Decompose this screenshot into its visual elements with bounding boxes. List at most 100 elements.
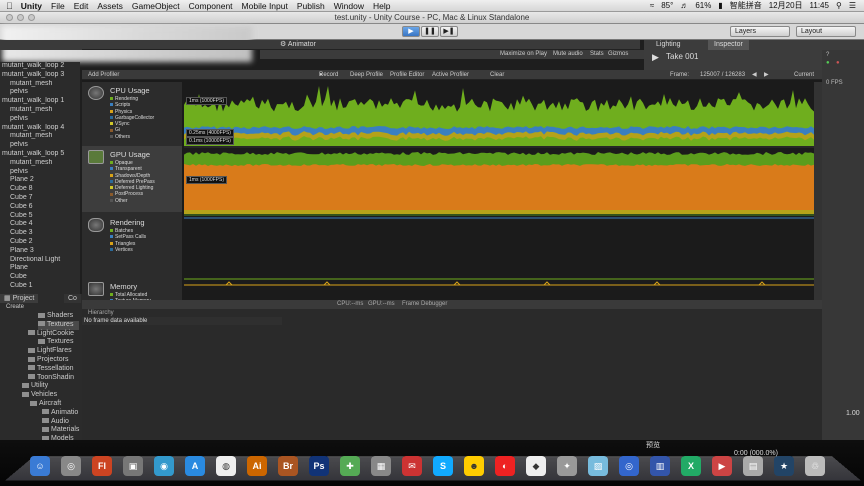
hierarchy-item[interactable]: pelvis	[0, 115, 80, 124]
stats-toggle[interactable]: Stats	[590, 50, 604, 59]
gpu-area[interactable]: GPU Usage Opaque Transparent Shadows/Depth…	[82, 146, 182, 212]
add-profiler-dropdown[interactable]: Add Profiler	[88, 70, 119, 80]
menu-assets[interactable]: Assets	[97, 1, 123, 11]
menu-file[interactable]: File	[51, 1, 65, 11]
cpu-ms-tab[interactable]: CPU:--ms	[337, 300, 363, 309]
memory-area[interactable]: Memory Total AllocatedTexture Memory	[82, 278, 182, 300]
tab-inspector[interactable]: Inspector	[708, 40, 749, 50]
project-folder[interactable]: Aircraft	[30, 400, 61, 409]
date-readout[interactable]: 12月20日	[769, 0, 803, 11]
skype-icon[interactable]: S	[433, 456, 453, 476]
hierarchy-item[interactable]: Cube 7	[0, 194, 80, 203]
profiler-scrollbar[interactable]	[814, 82, 822, 300]
menu-unity[interactable]: Unity	[21, 1, 42, 11]
netease-icon[interactable]: ◐	[495, 456, 515, 476]
hierarchy-item[interactable]: mutant_mesh	[0, 159, 80, 168]
temperature-readout[interactable]: 85°	[661, 1, 673, 10]
active-profiler-dropdown[interactable]: Active Profiler	[432, 70, 469, 80]
hierarchy-item[interactable]: Cube 5	[0, 212, 80, 221]
tab-console[interactable]: Co	[64, 294, 81, 303]
project-folder[interactable]: Materials	[42, 426, 79, 435]
project-folder[interactable]: Textures	[38, 320, 80, 330]
finder-icon[interactable]: ☺	[30, 456, 50, 476]
bridge-icon[interactable]: Br	[278, 456, 298, 476]
project-folder[interactable]: Shaders	[38, 312, 73, 321]
wifi-icon[interactable]: ≈	[650, 1, 654, 10]
battery-readout[interactable]: 61%	[695, 1, 711, 10]
hierarchy-item[interactable]: mutant_mesh	[0, 132, 80, 141]
project-folder[interactable]: LightFlares	[28, 347, 72, 356]
time-readout[interactable]: 11:45	[810, 1, 829, 10]
zoom-button[interactable]	[28, 14, 35, 21]
search-icon[interactable]: ⚲	[836, 1, 842, 10]
menu-list-icon[interactable]: ☰	[849, 1, 856, 10]
hierarchy-item[interactable]: Cube 8	[0, 185, 80, 194]
unity-icon[interactable]: ◆	[526, 456, 546, 476]
safari-icon[interactable]: ◎	[619, 456, 639, 476]
apple-menu-icon[interactable]: 	[6, 1, 13, 11]
hierarchy-item[interactable]: Plane 2	[0, 176, 80, 185]
next-frame-button[interactable]: ▶	[764, 70, 769, 80]
pause-button[interactable]: ❚❚	[421, 26, 439, 37]
imovie-icon[interactable]: ★	[774, 456, 794, 476]
chrome-icon[interactable]: ◍	[216, 456, 236, 476]
utility-icon[interactable]: ✦	[557, 456, 577, 476]
project-folder[interactable]: Animatio	[42, 409, 78, 418]
virtualbox-icon[interactable]: ▥	[650, 456, 670, 476]
project-folder[interactable]: Utility	[22, 382, 48, 391]
qq-game-icon[interactable]: ✉	[402, 456, 422, 476]
hierarchy-item[interactable]: Plane 3	[0, 247, 80, 256]
menu-window[interactable]: Window	[334, 1, 364, 11]
hierarchy-item[interactable]: mutant_walk_loop 5	[0, 150, 80, 159]
mute-audio-toggle[interactable]: Mute audio	[553, 50, 583, 59]
maximize-on-play-toggle[interactable]: Maximize on Play	[500, 50, 547, 59]
play-button[interactable]: ▶	[402, 26, 420, 37]
excel-icon[interactable]: X	[681, 456, 701, 476]
tab-animator[interactable]: ⚙ Animator	[280, 40, 316, 50]
hierarchy-item[interactable]: mutant_walk_loop 3	[0, 71, 80, 80]
tab-project[interactable]: ▦ Project	[0, 294, 39, 303]
hierarchy-item[interactable]: mutant_walk_loop 2	[0, 62, 80, 71]
menu-gameobject[interactable]: GameObject	[132, 1, 180, 11]
create-dropdown[interactable]: Create	[6, 303, 24, 312]
cpu-area[interactable]: CPU Usage Rendering Scripts Physics Garbage…	[82, 82, 182, 144]
qq-icon[interactable]: ◉	[154, 456, 174, 476]
hierarchy-item[interactable]: Cube 3	[0, 229, 80, 238]
hierarchy-item[interactable]: Directional Light	[0, 256, 80, 265]
photo-icon[interactable]: ▤	[743, 456, 763, 476]
layout-dropdown[interactable]: Layout	[796, 26, 856, 37]
minimize-button[interactable]	[17, 14, 24, 21]
project-folder[interactable]: Tessellation	[28, 365, 74, 374]
gizmos-dropdown[interactable]: Gizmos	[608, 50, 628, 59]
illustrator-icon[interactable]: Ai	[247, 456, 267, 476]
input-method[interactable]: 智能拼音	[730, 0, 762, 11]
toolbox-icon[interactable]: ▦	[371, 456, 391, 476]
hierarchy-item[interactable]: mutant_mesh	[0, 106, 80, 115]
current-frame-button[interactable]: Current	[794, 70, 814, 80]
flag-icon[interactable]: ▶	[712, 456, 732, 476]
hierarchy-item[interactable]: Cube 4	[0, 220, 80, 229]
profiler-graphs[interactable]	[184, 82, 814, 300]
photoshop-icon[interactable]: Ps	[309, 456, 329, 476]
photos-icon[interactable]: ▣	[123, 456, 143, 476]
hierarchy-item[interactable]: Cube 1	[0, 282, 80, 291]
rendering-area[interactable]: Rendering Batches SetPass Calls Triangles V…	[82, 214, 182, 274]
project-folder[interactable]: Textures	[38, 338, 73, 347]
menu-help[interactable]: Help	[373, 1, 390, 11]
hierarchy-item[interactable]: pelvis	[0, 168, 80, 177]
flash-icon[interactable]: Fl	[92, 456, 112, 476]
frame-debugger-button[interactable]: Frame Debugger	[402, 300, 447, 309]
hierarchy-item[interactable]: pelvis	[0, 141, 80, 150]
prev-frame-button[interactable]: ◀	[752, 70, 757, 80]
project-folder[interactable]: Vehicles	[22, 391, 57, 400]
weibo-icon[interactable]: ☻	[464, 456, 484, 476]
appstore-icon[interactable]: A	[185, 456, 205, 476]
volume-icon[interactable]: ♬	[680, 1, 688, 10]
project-folder[interactable]: ToonShadin	[28, 374, 74, 383]
menu-publish[interactable]: Publish	[297, 1, 325, 11]
hierarchy-item[interactable]: Cube 6	[0, 203, 80, 212]
tab-lighting[interactable]: Lighting	[656, 40, 681, 50]
project-folder[interactable]: LightCookie	[28, 330, 74, 339]
hierarchy-item[interactable]: pelvis	[0, 88, 80, 97]
preview-icon[interactable]: ▨	[588, 456, 608, 476]
